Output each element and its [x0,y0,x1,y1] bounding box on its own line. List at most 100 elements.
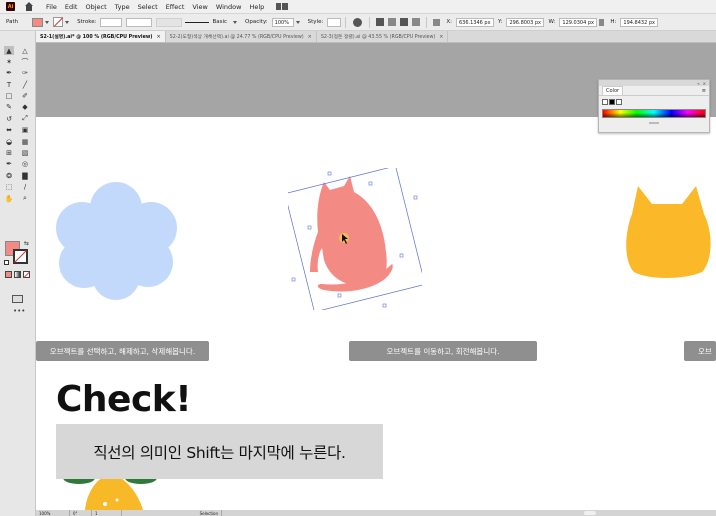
reference-point-icon[interactable] [433,18,441,26]
lasso-tool-icon[interactable]: ⌒ [20,57,30,66]
h-label: H: [610,19,617,25]
white-swatch[interactable] [616,99,622,105]
opacity-field[interactable]: 100% [271,17,294,27]
default-fill-stroke-icon[interactable] [4,260,9,265]
rotate-tool-icon[interactable]: ↺ [4,114,14,123]
horizontal-scrollbar[interactable] [584,511,596,515]
menu-help[interactable]: Help [249,3,264,11]
gradient-tool-icon[interactable]: ▧ [20,149,30,158]
rectangle-tool-icon[interactable]: □ [4,92,14,101]
align-right-icon[interactable] [400,18,409,26]
height-field[interactable]: 194.8432 px [620,17,659,27]
stroke-dropdown-caret-icon[interactable] [65,20,70,24]
stroke-weight-field[interactable] [100,17,123,27]
tab-document-3[interactable]: S2-3(정돈 정렬).ai @ 43.55 % (RGB/CPU Previe… [317,31,449,42]
opacity-label[interactable]: Opacity: [245,19,268,25]
menu-view[interactable]: View [192,3,207,11]
home-icon[interactable] [24,1,34,12]
artboard-navigator[interactable]: 1 [92,510,122,516]
width-tool-icon[interactable]: ⬌ [4,126,14,135]
align-left-icon[interactable] [376,18,385,26]
menu-object[interactable]: Object [85,3,106,11]
none-swatch[interactable] [602,99,608,105]
color-panel-body [599,96,709,130]
curvature-tool-icon[interactable]: ✑ [20,69,30,78]
close-icon[interactable]: × [703,81,706,86]
black-swatch[interactable] [609,99,615,105]
y-label: Y: [497,19,503,25]
menu-type[interactable]: Type [115,3,130,11]
rotate-view[interactable]: 0° [70,510,92,516]
yellow-cat-shape[interactable] [624,184,716,280]
swap-fill-stroke-icon[interactable]: ⇆ [24,240,29,247]
edit-toolbar-icon[interactable]: ••• [13,307,25,315]
zoom-level[interactable]: 100% [36,510,70,516]
color-panel-tab[interactable]: Color [602,86,624,95]
mesh-tool-icon[interactable]: ⊞ [4,149,14,158]
brush-dropdown-caret-icon[interactable] [233,20,238,24]
menu-window[interactable]: Window [216,3,242,11]
fill-dropdown-caret-icon[interactable] [45,20,50,24]
align-center-icon[interactable] [388,18,397,26]
zoom-tool-icon[interactable]: ⌕ [20,194,30,203]
screen-mode-icon[interactable] [12,295,23,303]
align-top-icon[interactable] [412,18,421,26]
direct-selection-tool-icon[interactable]: △ [20,46,30,55]
cat-shape[interactable] [288,168,422,310]
collapse-icon[interactable]: « [697,81,699,86]
menu-edit[interactable]: Edit [65,3,78,11]
close-icon[interactable]: × [439,34,443,40]
eraser-tool-icon[interactable]: ◆ [20,103,30,112]
width-field[interactable]: 129.0304 px [559,17,598,27]
constrain-proportions-icon[interactable] [599,18,605,26]
flower-shape[interactable] [52,170,182,302]
x-position-field[interactable]: 636.1346 px [455,17,494,27]
line-tool-icon[interactable]: ╱ [20,80,30,89]
menu-effect[interactable]: Effect [166,3,185,11]
selection-tool-icon[interactable]: ▲ [4,46,14,55]
stroke-swatch[interactable] [53,17,64,27]
color-spectrum[interactable] [602,109,706,118]
artboard-tool-icon[interactable]: ⬚ [4,183,14,192]
pen-tool-icon[interactable]: ✒ [4,69,14,78]
stroke-color-swatch[interactable] [13,249,28,264]
brush-stroke-preview [185,21,210,23]
hand-tool-icon[interactable]: ✋ [4,194,14,203]
scale-tool-icon[interactable]: ⤢ [20,114,30,123]
y-position-field[interactable]: 296.8003 px [506,17,545,27]
color-mode-icon[interactable] [5,271,12,278]
gradient-mode-icon[interactable] [14,271,21,278]
x-label: X: [446,19,452,25]
panel-resize-grip[interactable] [649,122,659,124]
graphic-style-dropdown[interactable] [327,17,342,27]
brush-definition-label[interactable]: Basic [212,19,227,25]
eyedropper-tool-icon[interactable]: ✒ [4,160,14,169]
slice-tool-icon[interactable]: ∕ [20,183,30,192]
opacity-dropdown-caret-icon[interactable] [295,20,300,24]
paintbrush-tool-icon[interactable]: ✐ [20,92,30,101]
tab-document-2[interactable]: S2-2(도형)색상 개체선택).ai @ 24.77 % (RGB/CPU P… [166,31,317,42]
variable-width-dropdown[interactable] [126,17,153,27]
free-transform-tool-icon[interactable]: ▣ [20,126,30,135]
panel-menu-icon[interactable]: ≡ [702,88,706,94]
menu-file[interactable]: File [46,3,57,11]
none-mode-icon[interactable] [23,271,30,278]
stroke-profile-dropdown[interactable] [156,17,183,27]
menu-select[interactable]: Select [138,3,158,11]
perspective-grid-tool-icon[interactable]: ▦ [20,137,30,146]
symbol-sprayer-tool-icon[interactable]: ❂ [4,171,14,180]
tab-document-1[interactable]: S2-1(설명).ai* @ 100 % (RGB/CPU Preview) × [36,31,166,42]
close-icon[interactable]: × [156,34,160,40]
shaper-tool-icon[interactable]: ✎ [4,103,14,112]
workspace-switcher-icon[interactable] [276,3,289,10]
app-logo: Ai [6,2,15,11]
column-graph-tool-icon[interactable]: ▇ [20,171,30,180]
close-icon[interactable]: × [308,34,312,40]
magic-wand-tool-icon[interactable]: ✶ [4,57,14,66]
type-tool-icon[interactable]: T [4,80,14,89]
fill-swatch[interactable] [32,17,44,27]
tool-grid: ▲ △ ✶ ⌒ ✒ ✑ T ╱ □ ✐ ✎ ◆ ↺ ⤢ ⬌ ▣ ◒ ▦ ⊞ ▧ … [4,46,30,203]
blend-tool-icon[interactable]: ◎ [20,160,30,169]
shape-builder-tool-icon[interactable]: ◒ [4,137,14,146]
recolor-artwork-icon[interactable] [353,17,363,27]
